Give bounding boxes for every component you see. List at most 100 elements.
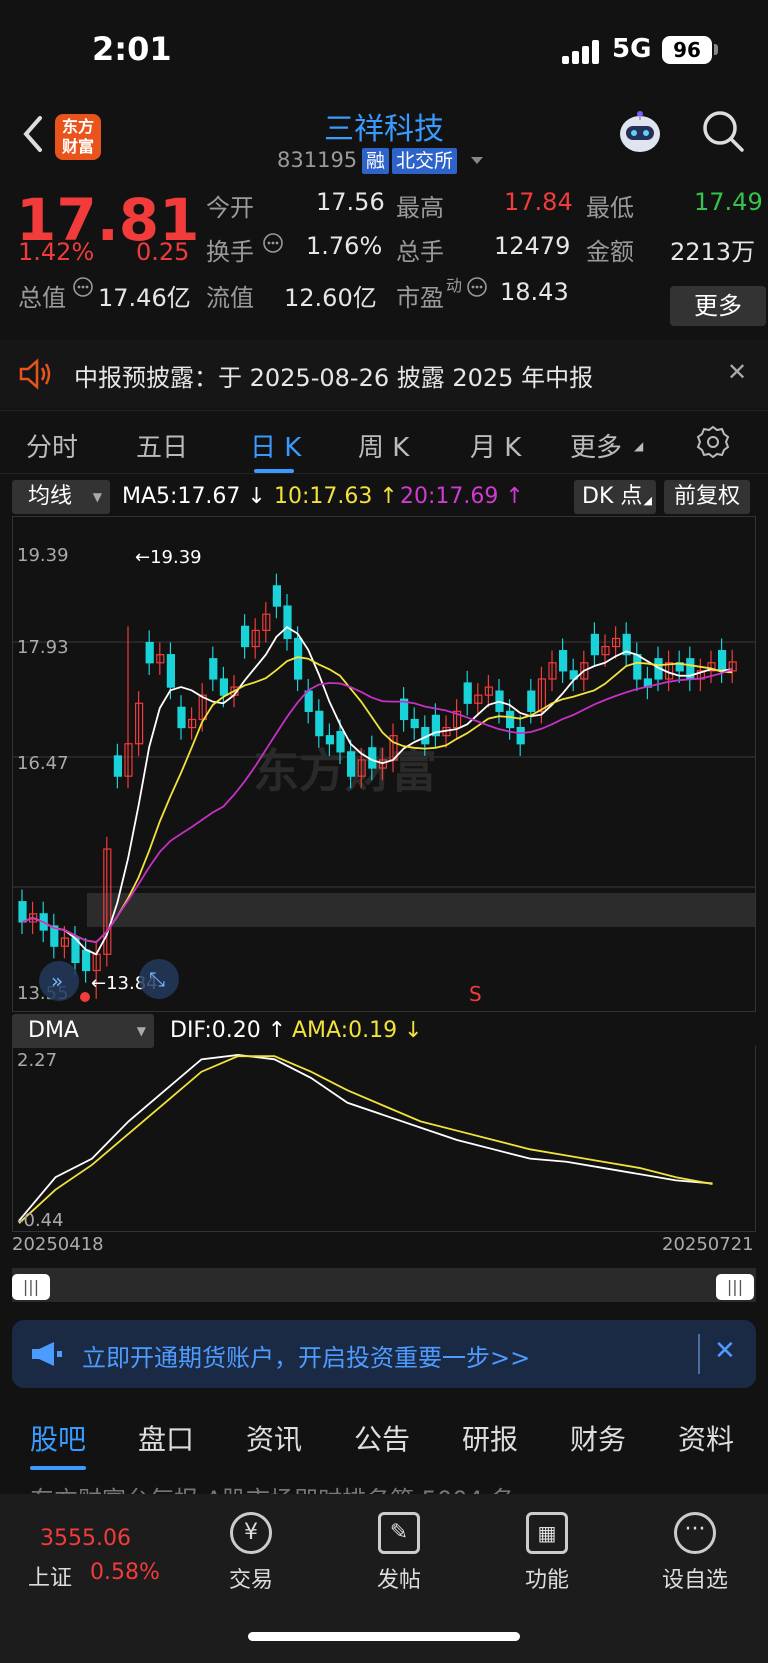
high-label: 最高 [396,194,444,222]
candle-body [633,654,642,680]
turnover-label: 换手 [206,238,254,266]
open-value: 17.56 [316,188,385,216]
mcap-label: 总值 [18,284,66,312]
tab-announcements[interactable]: 公告 [354,1418,410,1458]
change-abs: 0.25 [136,238,190,266]
range-scroller[interactable] [12,1268,756,1302]
candle-body [516,726,525,745]
ama-line [18,1055,713,1224]
volume-label: 总手 [396,238,444,266]
close-icon[interactable]: ✕ [727,358,747,386]
tab-five-day[interactable]: 五日 [136,427,188,464]
candle-body [272,585,281,607]
stock-code: 831195 [277,148,358,172]
end-date: 20250721 [662,1234,754,1255]
dma-chart[interactable]: 2.27 -0.44 [12,1046,756,1232]
range-handle-right[interactable]: ||| [716,1274,754,1300]
amount-value: 2213万 [670,238,756,266]
candle-body [283,605,292,640]
candle-body [717,650,727,672]
more-button[interactable]: 更多 [670,286,766,326]
kline-svg: 东方财富 19.39 17.93 16.47 13.55 ←19.39 ←13.… [13,545,755,1006]
features-button[interactable]: ▦ 功能 [482,1512,612,1594]
candle-body [325,735,334,745]
more-dots-icon: ··· [674,1512,716,1554]
open-label: 今开 [206,194,254,222]
tab-finance[interactable]: 财务 [570,1418,626,1458]
index-pct[interactable]: 0.58% [90,1560,160,1585]
low-label: 最低 [586,194,634,222]
info-icon[interactable] [72,276,94,298]
notice-bar[interactable]: 中报预披露：于 2025-08-26 披露 2025 年中报 ✕ [0,340,768,408]
content-tabs: 股吧 盘口 资讯 公告 研报 财务 资料 [0,1396,768,1486]
index-name[interactable]: 上证 [28,1560,72,1592]
trade-button[interactable]: ¥ 交易 [186,1512,316,1594]
amount-label: 金额 [586,238,634,266]
ma-bar: 均线 ▼ MA5:17.67 ↓ 10:17.63 ↑ 20:17.69 ↑ DK… [0,478,768,518]
candle-body [527,690,536,712]
yen-icon: ¥ [230,1512,272,1554]
svg-text:⤡: ⤡ [149,967,165,991]
caret-icon: ◢ [634,439,644,453]
tab-research[interactable]: 研报 [462,1418,518,1458]
index-value[interactable]: 3555.06 [40,1526,131,1551]
edit-icon: ✎ [378,1512,420,1554]
post-button[interactable]: ✎ 发帖 [334,1512,464,1594]
indicator-select[interactable]: 均线 ▼ [12,480,110,514]
chevron-down-icon[interactable] [470,156,484,166]
tab-daily-k[interactable]: 日 K [250,427,301,464]
tab-news[interactable]: 资讯 [246,1418,302,1458]
tab-weekly-k[interactable]: 周 K [358,427,409,464]
tab-monthly-k[interactable]: 月 K [470,427,521,464]
search-icon[interactable] [700,108,746,154]
candle-body [81,949,91,972]
futures-banner[interactable]: 立即开通期货账户，开启投资重要一步>> ✕ [12,1320,756,1388]
kline-chart[interactable]: 东方财富 19.39 17.93 16.47 13.55 ←19.39 ←13.… [12,516,756,1012]
network-type: 5G [612,34,652,64]
candle-body [166,654,175,688]
megaphone-icon [32,1342,62,1366]
buy-point-marker [80,992,90,1002]
period-tabs: 分时 五日 日 K 周 K 月 K 更多 ◢ [0,410,768,474]
tab-intraday[interactable]: 分时 [26,427,78,464]
float-value: 12.60亿 [284,284,377,312]
ma20-value: 20:17.69 ↑ [400,484,524,509]
notice-text: 中报预披露：于 2025-08-26 披露 2025 年中报 [74,364,594,392]
gear-icon[interactable] [696,425,730,459]
info-icon[interactable] [262,232,284,254]
tab-orderbook[interactable]: 盘口 [138,1418,194,1458]
tab-more[interactable]: 更多 [570,427,622,464]
candle-body [219,678,228,696]
info-icon[interactable] [466,276,488,298]
tab-forum[interactable]: 股吧 [30,1418,86,1458]
dk-point-button[interactable]: DK 点 ◢ [574,480,656,514]
candle-body [241,625,250,648]
adjust-button[interactable]: 前复权 [664,480,750,514]
candle-body [347,751,356,777]
support-band [87,893,755,927]
watchlist-button[interactable]: ··· 设自选 [630,1512,760,1594]
grid-icon: ▦ [526,1512,568,1554]
range-handle-left[interactable]: ||| [12,1274,50,1300]
speaker-icon [19,358,51,390]
candle-body [209,658,218,680]
banner-divider [698,1334,700,1374]
sub-indicator-select[interactable]: DMA ▼ [12,1014,154,1048]
candle-body [558,650,568,672]
nav-bar: 东方 财富 三祥科技 831195 融 北交所 [0,100,768,178]
candle-body [590,633,600,656]
y-tick: 16.47 [17,753,69,774]
volume-value: 12479 [494,232,571,260]
home-indicator [248,1632,520,1641]
assistant-robot-icon[interactable] [614,106,666,158]
watermark: 东方财富 [253,744,437,798]
y-tick: 17.93 [17,637,69,658]
status-time: 2:01 [92,30,172,68]
tab-profile[interactable]: 资料 [678,1418,734,1458]
candle-body [18,901,27,923]
candle-body [177,706,186,729]
candle-body [463,682,472,704]
battery-icon: 96 [662,36,712,64]
turnover-value: 1.76% [306,232,383,260]
close-icon[interactable]: ✕ [714,1336,736,1366]
